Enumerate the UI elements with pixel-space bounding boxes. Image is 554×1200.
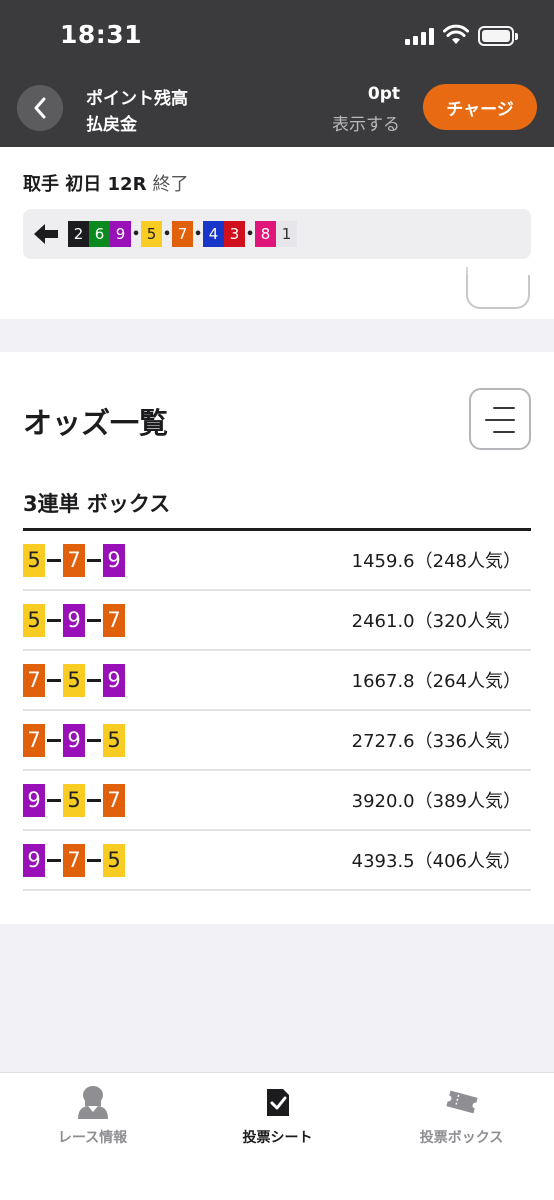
menu-button[interactable] [469, 388, 531, 450]
point-balance-value: 0pt [367, 84, 400, 104]
menu-icon-line [493, 431, 515, 433]
odds-row[interactable]: 7 5 9 1667.8（264人気） [23, 651, 531, 711]
odds-row[interactable]: 5 7 9 1459.6（248人気） [23, 531, 531, 591]
combination-dash [87, 858, 101, 862]
cellular-signal-icon [405, 27, 435, 45]
finish-position-chip: 3 [224, 221, 245, 247]
finish-position-chip: 7 [172, 221, 193, 247]
finish-position-chip: 4 [203, 221, 224, 247]
tab-label: 投票ボックス [419, 1130, 504, 1146]
odds-row[interactable]: 5 9 7 2461.0（320人気） [23, 591, 531, 651]
combination: 759 [23, 663, 125, 697]
bracket-number-box: 7 [103, 783, 125, 817]
order-separator: • [193, 226, 203, 242]
odds-row[interactable]: 9 5 7 3920.0（389人気） [23, 771, 531, 831]
odds-value: 2461.0（320人気） [351, 611, 521, 632]
odds-row[interactable]: 9 7 5 4393.5（406人気） [23, 831, 531, 891]
menu-icon [493, 407, 515, 409]
app-header: 18:31 ポイント残高 払戻金 0pt 表示する チャージ [0, 0, 554, 147]
tab-label: 投票シート [242, 1130, 313, 1146]
bracket-number-box: 5 [23, 603, 45, 637]
combination: 975 [23, 843, 125, 877]
tab-race-info[interactable]: レース情報 [0, 1073, 185, 1163]
racer-icon [77, 1086, 108, 1119]
bracket-number-box: 7 [63, 843, 85, 877]
finish-position-chip: 6 [89, 221, 110, 247]
combination-dash [87, 558, 101, 562]
finish-order-bar: 2 6 9 • 5 • 7 • 4 3 • 8 1 [23, 209, 531, 259]
combination-dash [47, 738, 61, 742]
odds-value: 1459.6（248人気） [351, 551, 521, 572]
finish-position-chip: 8 [255, 221, 276, 247]
battery-icon [478, 26, 518, 46]
odds-value: 3920.0（389人気） [351, 791, 521, 812]
combination-dash [87, 618, 101, 622]
bracket-number-box: 9 [23, 843, 45, 877]
odds-value: 4393.5（406人気） [351, 851, 521, 872]
combination: 597 [23, 603, 125, 637]
combination: 957 [23, 783, 125, 817]
combination-dash [47, 798, 61, 802]
bracket-number-box: 7 [63, 543, 85, 577]
odds-card: オッズ一覧 3連単 ボックス 5 7 9 1459.6（248人気） 5 9 7 2461.0… [0, 352, 554, 924]
finish-position-chip: 2 [68, 221, 89, 247]
tab-vote-box[interactable]: 投票ボックス [369, 1073, 554, 1163]
payout-label: 払戻金 [86, 115, 137, 135]
combination-dash [47, 558, 61, 562]
bet-type-title: 3連単 ボックス [23, 492, 171, 516]
bracket-number-box: 5 [23, 543, 45, 577]
ticket-icon [445, 1090, 478, 1114]
chevron-left-icon [34, 97, 46, 119]
combination-dash [47, 678, 61, 682]
bracket-number-box: 9 [103, 663, 125, 697]
combination-dash [47, 858, 61, 862]
combination-dash [87, 798, 101, 802]
order-separator: • [245, 226, 255, 242]
order-separator: • [162, 226, 172, 242]
bottom-tab-bar: レース情報 投票シート 投票ボックス [0, 1072, 554, 1200]
vote-sheet-icon [266, 1089, 289, 1116]
wifi-icon [443, 24, 469, 44]
bracket-number-box: 5 [103, 843, 125, 877]
race-result-card: 取手 初日 12R 終了 2 6 9 • 5 • 7 • 4 3 • 8 1 [0, 147, 554, 319]
menu-icon-line [485, 419, 515, 421]
bracket-number-box: 5 [63, 783, 85, 817]
combination: 795 [23, 723, 125, 757]
combination-dash [87, 738, 101, 742]
bracket-number-box: 9 [63, 603, 85, 637]
bracket-number-box: 9 [63, 723, 85, 757]
combination: 579 [23, 543, 125, 577]
odds-list: 5 7 9 1459.6（248人気） 5 9 7 2461.0（320人気） 7 5 9 1667.… [23, 531, 531, 891]
show-payout-link[interactable]: 表示する [332, 110, 400, 135]
bracket-number-box: 7 [103, 603, 125, 637]
combination-dash [47, 618, 61, 622]
finish-position-chip: 9 [110, 221, 131, 247]
odds-title: オッズ一覧 [23, 406, 169, 440]
bracket-number-box: 5 [103, 723, 125, 757]
bracket-number-box: 9 [23, 783, 45, 817]
race-title: 取手 初日 12R 終了 [23, 170, 188, 196]
race-status: 終了 [152, 174, 189, 195]
finish-position-chip: 5 [141, 221, 162, 247]
bracket-number-box: 7 [23, 663, 45, 697]
finish-position-chip: 1 [276, 221, 297, 247]
charge-button[interactable]: チャージ [423, 84, 537, 130]
tab-label: レース情報 [57, 1130, 128, 1146]
odds-value: 2727.6（336人気） [351, 731, 521, 752]
bracket-number-box: 7 [23, 723, 45, 757]
odds-row[interactable]: 7 9 5 2727.6（336人気） [23, 711, 531, 771]
arrow-left-icon [34, 224, 58, 244]
point-balance-label: ポイント残高 [86, 89, 188, 109]
tab-vote-sheet[interactable]: 投票シート [185, 1073, 370, 1163]
status-time: 18:31 [60, 20, 143, 49]
finish-order: 2 6 9 • 5 • 7 • 4 3 • 8 1 [68, 221, 297, 247]
order-separator: • [131, 226, 141, 242]
bracket-number-box: 9 [103, 543, 125, 577]
race-name: 取手 初日 12R [23, 174, 147, 195]
odds-value: 1667.8（264人気） [351, 671, 521, 692]
combination-dash [87, 678, 101, 682]
back-button[interactable] [17, 85, 63, 131]
bracket-number-box: 5 [63, 663, 85, 697]
scroll-hidden-button [466, 275, 530, 315]
